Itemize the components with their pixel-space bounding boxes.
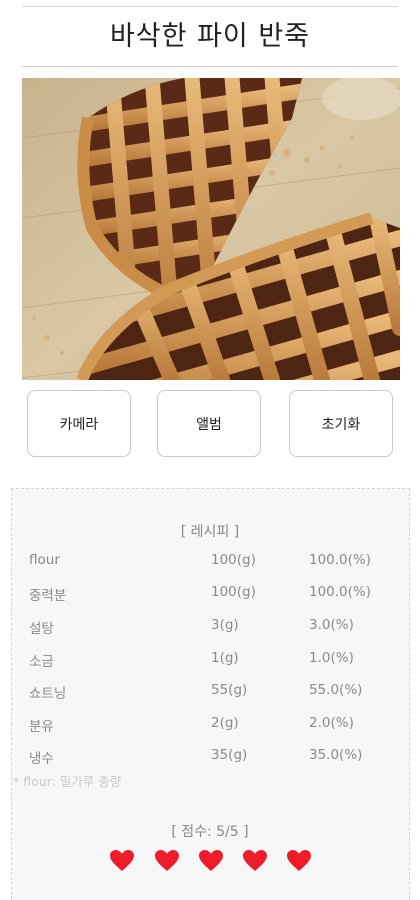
recipe-row: 설탕 3(g) 3.0(%) [0,617,420,637]
recipe-row: 냉수 35(g) 35.0(%) [0,747,420,767]
camera-button[interactable]: 카메라 [27,390,131,457]
ingredient-amount: 1(g) [211,650,239,666]
ingredient-amount: 55(g) [211,682,248,698]
ingredient-amount: 100(g) [211,584,256,600]
heart-icon[interactable] [286,849,312,875]
recipe-row: 소금 1(g) 1.0(%) [0,650,420,670]
ingredient-percent: 55.0(%) [309,682,363,698]
page-title: 바삭한 파이 반죽 [109,21,311,52]
heart-icon[interactable] [154,849,180,875]
recipe-row: 쇼트닝 55(g) 55.0(%) [0,682,420,702]
ingredient-percent: 35.0(%) [309,747,363,763]
ingredient-percent: 1.0(%) [309,650,354,666]
album-button[interactable]: 앨범 [157,390,261,457]
ingredient-percent: 3.0(%) [309,617,354,633]
ingredient-name: 중력분 [29,588,67,604]
rating-hearts [0,849,420,879]
heart-icon[interactable] [198,849,224,875]
ingredient-name: 소금 [29,654,54,670]
ingredient-amount: 35(g) [211,747,248,763]
ingredient-percent: 100.0(%) [309,584,372,600]
recipe-row: 중력분 100(g) 100.0(%) [0,584,420,604]
ingredient-name: 냉수 [29,751,54,767]
recipe-photo [22,78,400,380]
recipe-row: flour 100(g) 100.0(%) [0,552,420,572]
heart-icon[interactable] [242,849,268,875]
ingredient-amount: 100(g) [211,552,256,568]
top-divider [22,6,398,7]
reset-button[interactable]: 초기화 [289,390,393,457]
flour-note: * flour: 밀가루 총량 [13,774,122,789]
ingredient-name: 설탕 [29,621,54,637]
ingredient-name: flour [29,552,60,568]
ingredient-percent: 2.0(%) [309,715,354,731]
ingredient-name: 분유 [29,719,54,735]
ingredient-amount: 2(g) [211,715,239,731]
ingredient-amount: 3(g) [211,617,239,633]
title-divider [22,66,398,67]
score-label: [ 점수: 5/5 ] [171,824,249,840]
recipe-row: 분유 2(g) 2.0(%) [0,715,420,735]
heart-icon[interactable] [109,849,135,875]
ingredient-percent: 100.0(%) [309,552,372,568]
recipe-heading: [ 레시피 ] [180,524,240,540]
ingredient-name: 쇼트닝 [29,686,67,702]
